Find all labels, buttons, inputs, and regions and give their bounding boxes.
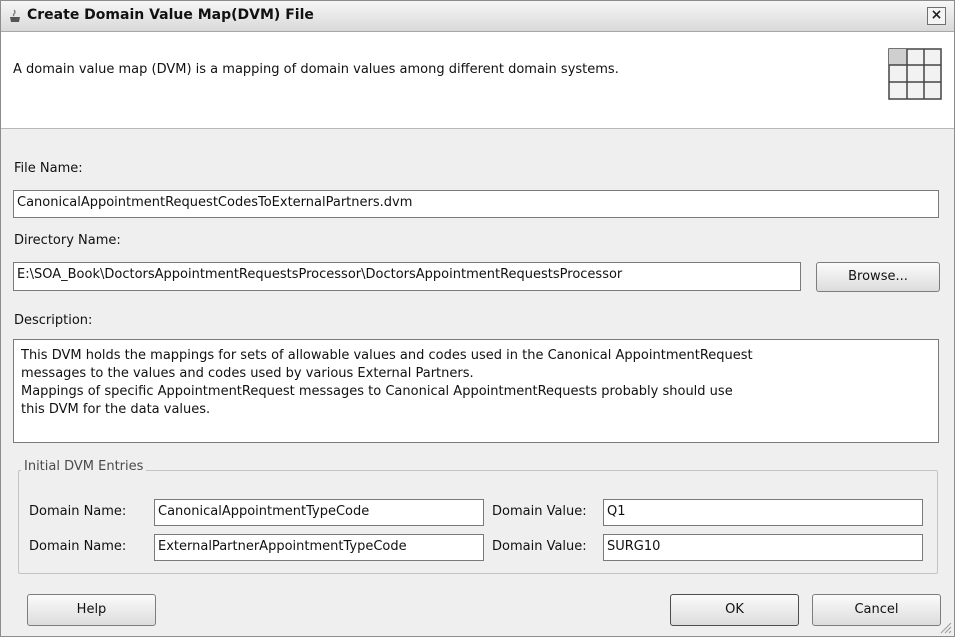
- ok-button[interactable]: OK: [670, 594, 799, 626]
- grid-table-icon: [888, 48, 942, 100]
- file-name-input[interactable]: CanonicalAppointmentRequestCodesToExtern…: [13, 190, 939, 218]
- description-label: Description:: [14, 313, 93, 328]
- dialog-title: Create Domain Value Map(DVM) File: [27, 7, 314, 23]
- help-button[interactable]: Help: [27, 594, 156, 626]
- domain-name-label-2: Domain Name:: [29, 539, 127, 554]
- domain-name-input-1[interactable]: CanonicalAppointmentTypeCode: [154, 499, 484, 526]
- domain-value-label-2: Domain Value:: [492, 539, 587, 554]
- description-line: this DVM for the data values.: [21, 402, 211, 417]
- file-name-label: File Name:: [14, 161, 83, 176]
- description-line: messages to the values and codes used by…: [21, 366, 474, 381]
- cancel-button[interactable]: Cancel: [812, 594, 941, 626]
- create-dvm-dialog: Create Domain Value Map(DVM) File × A do…: [0, 0, 955, 637]
- initial-dvm-entries-label: Initial DVM Entries: [21, 459, 147, 474]
- directory-name-label: Directory Name:: [14, 233, 121, 248]
- domain-value-input-2[interactable]: SURG10: [603, 534, 923, 561]
- header-description: A domain value map (DVM) is a mapping of…: [13, 62, 619, 77]
- description-textarea[interactable]: This DVM holds the mappings for sets of …: [13, 339, 939, 443]
- domain-name-label-1: Domain Name:: [29, 504, 127, 519]
- description-line: Mappings of specific AppointmentRequest …: [21, 384, 733, 399]
- title-bar[interactable]: Create Domain Value Map(DVM) File ×: [1, 1, 954, 32]
- domain-name-input-2[interactable]: ExternalPartnerAppointmentTypeCode: [154, 534, 484, 561]
- domain-value-label-1: Domain Value:: [492, 504, 587, 519]
- oracle-cup-icon: [10, 9, 20, 22]
- resize-grip-icon[interactable]: [938, 620, 952, 634]
- description-line: This DVM holds the mappings for sets of …: [21, 348, 753, 363]
- close-icon[interactable]: ×: [927, 7, 946, 25]
- browse-button[interactable]: Browse...: [816, 262, 940, 292]
- header-panel: A domain value map (DVM) is a mapping of…: [1, 32, 954, 129]
- directory-name-input[interactable]: E:\SOA_Book\DoctorsAppointmentRequestsPr…: [13, 262, 801, 291]
- domain-value-input-1[interactable]: Q1: [603, 499, 923, 526]
